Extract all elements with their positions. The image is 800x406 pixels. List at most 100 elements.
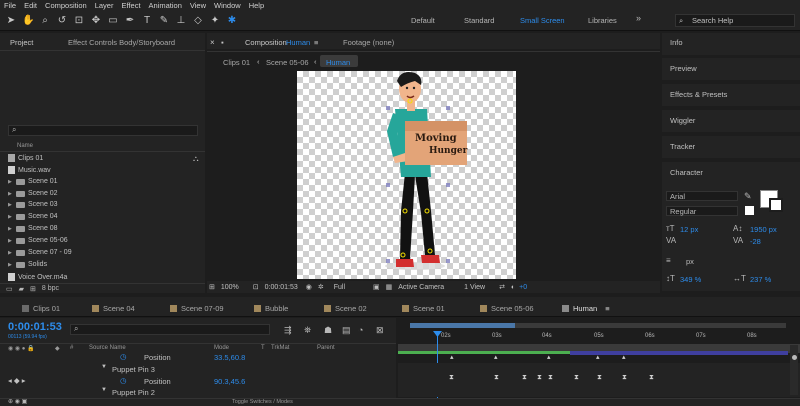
timeline-tab[interactable]: Scene 05-06	[480, 304, 534, 313]
timeline-tab[interactable]: Bubble	[254, 304, 288, 313]
timeline-tab[interactable]: Scene 07-09	[170, 304, 224, 313]
bpc-label[interactable]: 8 bpc	[42, 285, 59, 292]
leading-value[interactable]: 1950 px	[750, 225, 777, 234]
character-illustration[interactable]: Moving Hunger	[297, 71, 516, 279]
time-ruler[interactable]: 02s 03s 04s 05s 06s 07s 08s	[398, 332, 800, 343]
zoom-select[interactable]: 100%	[221, 284, 239, 291]
menu-effect[interactable]: Effect	[121, 1, 140, 10]
vertical-scale-value[interactable]: 349 %	[680, 275, 701, 284]
tab-project[interactable]: Project	[10, 38, 33, 47]
roto-tool-icon[interactable]: ✦	[209, 15, 221, 27]
type-tool-icon[interactable]: T	[141, 15, 153, 27]
project-item[interactable]: ▶ Scene 02	[8, 190, 58, 197]
font-size-value[interactable]: 12 px	[680, 225, 698, 234]
keyframe-icon[interactable]: ▴	[596, 353, 600, 361]
search-help-field[interactable]: ⌕ Search Help	[675, 14, 795, 27]
color-channels-icon[interactable]: ✲	[318, 283, 324, 291]
info-panel[interactable]: Info	[662, 33, 800, 55]
keyframe-icon[interactable]: ⧗	[449, 374, 454, 382]
shy-icon[interactable]: ☗	[324, 325, 332, 336]
timeline-scrollbar[interactable]	[790, 345, 798, 395]
comp-tab-name[interactable]: Human	[286, 38, 310, 47]
eraser-tool-icon[interactable]: ◇	[192, 15, 204, 27]
col-t[interactable]: T	[261, 345, 265, 351]
fit-icon[interactable]: ⊡	[253, 283, 259, 291]
project-item[interactable]: ▶ Scene 05-06	[8, 237, 68, 244]
tab-effect-controls[interactable]: Effect Controls Body/Storyboard	[68, 38, 175, 47]
project-item[interactable]: Voice Over.m4a	[8, 273, 67, 281]
workspace-libraries[interactable]: Libraries	[588, 16, 617, 25]
project-item[interactable]: Clips 01	[8, 154, 43, 162]
project-item[interactable]: ▶ Solids	[8, 261, 47, 268]
new-comp-icon[interactable]: ⊞	[30, 285, 36, 293]
toggle-switches-modes[interactable]: Toggle Switches / Modes	[232, 399, 293, 405]
resolution-select[interactable]: Full	[334, 284, 345, 291]
menu-composition[interactable]: Composition	[45, 1, 87, 10]
stroke-unit[interactable]: px	[686, 257, 694, 266]
eyedropper-icon[interactable]: ✎	[744, 191, 752, 202]
keyframe-icon[interactable]: ⧗	[494, 374, 499, 382]
tracking-value[interactable]: -28	[750, 237, 761, 246]
camera-select[interactable]: Active Camera	[398, 284, 444, 291]
panel-menu-icon[interactable]: ≡	[314, 38, 318, 47]
comp-tab-label[interactable]: Composition	[245, 38, 287, 47]
timeline-tab[interactable]: Scene 04	[92, 304, 135, 313]
keyframe-icon[interactable]: ⧗	[649, 374, 654, 382]
puppet-pin-row[interactable]: ▼ Puppet Pin 3	[0, 364, 396, 376]
graph-editor-icon[interactable]: ⊠	[376, 325, 384, 336]
workspace-standard[interactable]: Standard	[464, 16, 494, 25]
horizontal-scale-value[interactable]: 237 %	[750, 275, 771, 284]
workspace-small-screen[interactable]: Small Screen	[520, 16, 565, 25]
stroke-color-swatch[interactable]	[769, 198, 783, 212]
lock-icon[interactable]: ▪	[221, 38, 224, 47]
project-search-input[interactable]: ⌕	[8, 125, 198, 136]
keyframe-icon[interactable]: ▴	[622, 353, 626, 361]
zoom-tool-icon[interactable]: ⌕	[39, 15, 51, 27]
project-item[interactable]: Music.wav	[8, 166, 51, 174]
font-family-select[interactable]: Arial	[666, 191, 738, 201]
comp-mini-flowchart-icon[interactable]: ⇶	[284, 325, 292, 336]
project-item[interactable]: ▶ Scene 03	[8, 201, 58, 208]
project-item[interactable]: ▶ Scene 04	[8, 213, 58, 220]
motion-blur-icon[interactable]: ◔	[358, 325, 363, 335]
menu-view[interactable]: View	[190, 1, 206, 10]
new-folder-icon[interactable]: ▰	[19, 285, 24, 293]
pan-behind-tool-icon[interactable]: ✥	[90, 15, 102, 27]
workspace-default[interactable]: Default	[411, 16, 435, 25]
workspace-overflow-icon[interactable]: »	[636, 13, 641, 23]
viewer-timecode[interactable]: 0:00:01:53	[265, 284, 298, 291]
close-icon[interactable]: ×	[210, 38, 215, 47]
layer-bar-green[interactable]	[398, 351, 570, 354]
toggle-icon[interactable]: ⇄	[499, 283, 505, 291]
col-mode[interactable]: Mode	[214, 345, 229, 351]
timeline-tab[interactable]: Clips 01	[22, 304, 60, 313]
col-parent[interactable]: Parent	[317, 345, 335, 351]
clone-tool-icon[interactable]: ⊥	[175, 15, 187, 27]
scroll-thumb[interactable]	[792, 355, 797, 360]
menu-layer[interactable]: Layer	[95, 1, 114, 10]
camera-tool-icon[interactable]: ⊡	[73, 15, 85, 27]
rectangle-tool-icon[interactable]: ▭	[107, 15, 119, 27]
pen-tool-icon[interactable]: ✒	[124, 15, 136, 27]
tab-footage[interactable]: Footage (none)	[343, 38, 394, 47]
flowchart-icon[interactable]: ⛬	[193, 154, 199, 164]
preview-panel[interactable]: Preview	[662, 58, 800, 80]
keyframe-icon[interactable]: ⧗	[597, 374, 602, 382]
breadcrumb-item[interactable]: Clips 01	[223, 58, 250, 67]
wiggler-panel[interactable]: Wiggler	[662, 110, 800, 132]
keyframe-icon[interactable]: ⧗	[537, 374, 542, 382]
exposure-value[interactable]: +0	[519, 284, 527, 291]
region-icon[interactable]: ▣	[373, 283, 380, 291]
col-trkmat[interactable]: TrkMat	[271, 345, 289, 351]
selection-tool-icon[interactable]: ➤	[5, 15, 17, 27]
puppet-tool-icon[interactable]: ✱	[226, 15, 238, 27]
frame-blending-icon[interactable]: ▤	[342, 325, 351, 336]
keyframe-icon[interactable]: ⧗	[548, 374, 553, 382]
interpret-footage-icon[interactable]: ▭	[6, 285, 13, 293]
menu-window[interactable]: Window	[214, 1, 241, 10]
timeline-search-input[interactable]: ⌕	[70, 324, 270, 335]
menu-file[interactable]: File	[4, 1, 16, 10]
preview-options-icon[interactable]: ⊞	[209, 283, 215, 291]
effects-presets-panel[interactable]: Effects & Presets	[662, 84, 800, 106]
timeline-tab[interactable]: Scene 02	[324, 304, 367, 313]
